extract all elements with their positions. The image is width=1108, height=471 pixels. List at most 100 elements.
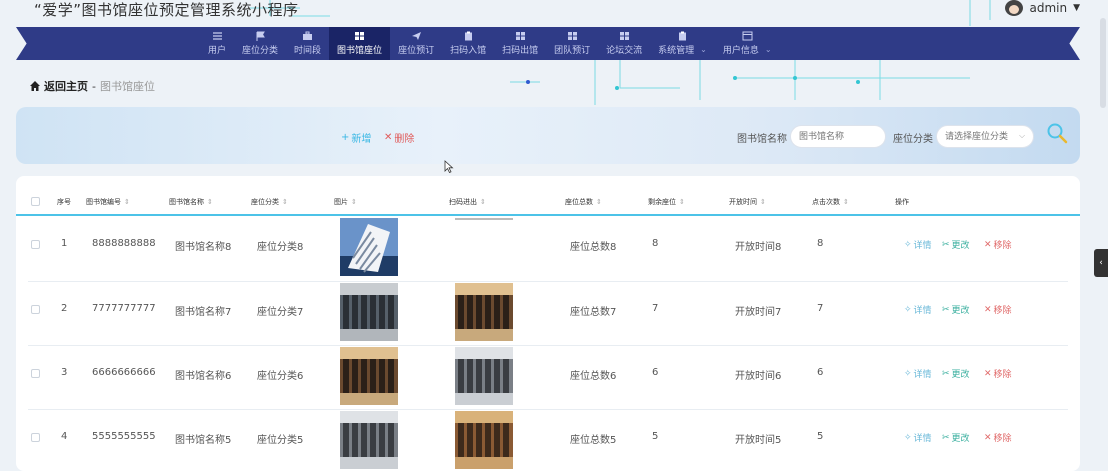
edit-button[interactable]: ✂ 更改: [942, 303, 970, 317]
delete-button[interactable]: ✕ 删除: [384, 130, 414, 145]
nav-item-10[interactable]: 用户信息 ⌄: [715, 27, 780, 60]
qr-entry-image: [455, 411, 513, 469]
nav-item-2[interactable]: 时间段: [286, 27, 329, 60]
main-nav: 用户 座位分类 时间段 图书馆座位 座位预订 扫码入馆 扫码出馆 团队预订 论坛交流 系统管理 ⌄ 用…: [200, 27, 780, 60]
close-icon: ✕: [384, 132, 393, 143]
library-image: [340, 411, 398, 469]
nav-item-label: 用户信息: [722, 46, 759, 56]
cell-total: 座位总数7: [570, 307, 617, 318]
nav-item-8[interactable]: 论坛交流: [598, 27, 650, 60]
sort-icon: ⇕: [760, 198, 766, 206]
cell-name: 图书馆名称5: [175, 435, 232, 446]
tools-icon: ✂: [942, 432, 950, 443]
library-image: [340, 218, 398, 276]
detail-button[interactable]: ✧ 详情: [904, 431, 932, 445]
sort-icon: ⇕: [843, 198, 849, 206]
nav-item-9[interactable]: 系统管理 ⌄: [650, 27, 715, 60]
column-header-5[interactable]: 扫码进出 ⇕: [449, 197, 486, 207]
cell-total: 座位总数5: [570, 435, 617, 446]
clipboard-icon: [679, 31, 686, 41]
detail-button[interactable]: ✧ 详情: [904, 238, 932, 252]
cell-code: 7777777777: [92, 303, 156, 314]
nav-item-label: 座位预订: [398, 46, 435, 56]
column-header-label: 操作: [895, 198, 909, 206]
row-checkbox[interactable]: [31, 240, 40, 249]
cell-clicks: 5: [817, 431, 824, 442]
row-divider: [28, 409, 1068, 410]
cell-category: 座位分类7: [257, 307, 304, 318]
edit-label: 更改: [951, 434, 970, 444]
remove-button[interactable]: ✕ 移除: [984, 238, 1012, 252]
remove-button[interactable]: ✕ 移除: [984, 303, 1012, 317]
cell-clicks: 6: [817, 367, 824, 378]
remove-button[interactable]: ✕ 移除: [984, 367, 1012, 381]
cell-remaining: 5: [652, 431, 659, 442]
add-button[interactable]: + 新增: [341, 130, 371, 145]
close-icon: ✕: [984, 239, 992, 250]
sort-icon: ⇕: [124, 198, 130, 206]
cell-name: 图书馆名称8: [175, 242, 232, 253]
cell-category: 座位分类8: [257, 242, 304, 253]
sort-icon: ⇕: [679, 198, 685, 206]
column-header-1[interactable]: 图书馆编号 ⇕: [86, 197, 130, 207]
detail-button[interactable]: ✧ 详情: [904, 367, 932, 381]
user-menu[interactable]: admin ▼: [1005, 0, 1080, 16]
nav-item-0[interactable]: 用户: [200, 27, 234, 60]
sort-icon: ⇕: [596, 198, 602, 206]
add-button-label: 新增: [351, 134, 372, 145]
cell-remaining: 6: [652, 367, 659, 378]
briefcase-icon: [303, 31, 313, 40]
row-checkbox[interactable]: [31, 305, 40, 314]
column-header-6[interactable]: 座位总数 ⇕: [565, 197, 602, 207]
edit-button[interactable]: ✂ 更改: [942, 431, 970, 445]
nav-item-label: 用户: [208, 46, 227, 56]
row-checkbox[interactable]: [31, 433, 40, 442]
search-icon[interactable]: [1045, 121, 1069, 145]
column-header-2[interactable]: 图书馆名称 ⇕: [169, 197, 213, 207]
cell-name: 图书馆名称7: [175, 307, 232, 318]
home-icon: [30, 81, 40, 91]
detail-label: 详情: [913, 306, 932, 316]
row-divider: [28, 345, 1068, 346]
detail-button[interactable]: ✧ 详情: [904, 303, 932, 317]
row-checkbox[interactable]: [31, 369, 40, 378]
flag-icon: [256, 31, 265, 41]
scrollbar[interactable]: [1100, 18, 1106, 108]
side-panel-toggle[interactable]: ‹: [1094, 249, 1108, 277]
edit-button[interactable]: ✂ 更改: [942, 238, 970, 252]
column-header-7[interactable]: 剩余座位 ⇕: [648, 197, 685, 207]
cell-category: 座位分类6: [257, 371, 304, 382]
nav-item-4[interactable]: 座位预订: [390, 27, 442, 60]
cell-total: 座位总数6: [570, 371, 617, 382]
column-header-label: 图书馆名称: [169, 198, 204, 206]
column-header-9[interactable]: 点击次数 ⇕: [812, 197, 849, 207]
nav-item-1[interactable]: 座位分类: [234, 27, 286, 60]
sparkle-icon: ✧: [904, 368, 912, 379]
nav-item-label: 扫码入馆: [450, 46, 487, 56]
column-header-label: 扫码进出: [449, 198, 477, 206]
column-header-3[interactable]: 座位分类 ⇕: [251, 197, 288, 207]
remove-button[interactable]: ✕ 移除: [984, 431, 1012, 445]
nav-item-label: 座位分类: [242, 46, 279, 56]
qr-image-placeholder: [455, 218, 513, 220]
edit-button[interactable]: ✂ 更改: [942, 367, 970, 381]
select-all-checkbox[interactable]: [31, 197, 40, 206]
column-header-label: 座位总数: [565, 198, 593, 206]
column-header-4[interactable]: 图片 ⇕: [334, 197, 357, 207]
plus-icon: +: [341, 132, 350, 143]
tools-icon: ✂: [942, 239, 950, 250]
data-table: [16, 176, 1080, 471]
edit-label: 更改: [951, 241, 970, 251]
sparkle-icon: ✧: [904, 239, 912, 250]
nav-item-5[interactable]: 扫码入馆: [442, 27, 494, 60]
nav-item-7[interactable]: 团队预订: [546, 27, 598, 60]
nav-item-3[interactable]: 图书馆座位: [329, 27, 391, 60]
column-header-label: 点击次数: [812, 198, 840, 206]
mouse-cursor-icon: [444, 160, 454, 173]
column-header-8[interactable]: 开放时间 ⇕: [729, 197, 766, 207]
nav-item-label: 团队预订: [554, 46, 591, 56]
detail-label: 详情: [913, 434, 932, 444]
breadcrumb-home-link[interactable]: 返回主页: [44, 78, 88, 94]
library-name-input[interactable]: [790, 125, 886, 148]
nav-item-6[interactable]: 扫码出馆: [494, 27, 546, 60]
